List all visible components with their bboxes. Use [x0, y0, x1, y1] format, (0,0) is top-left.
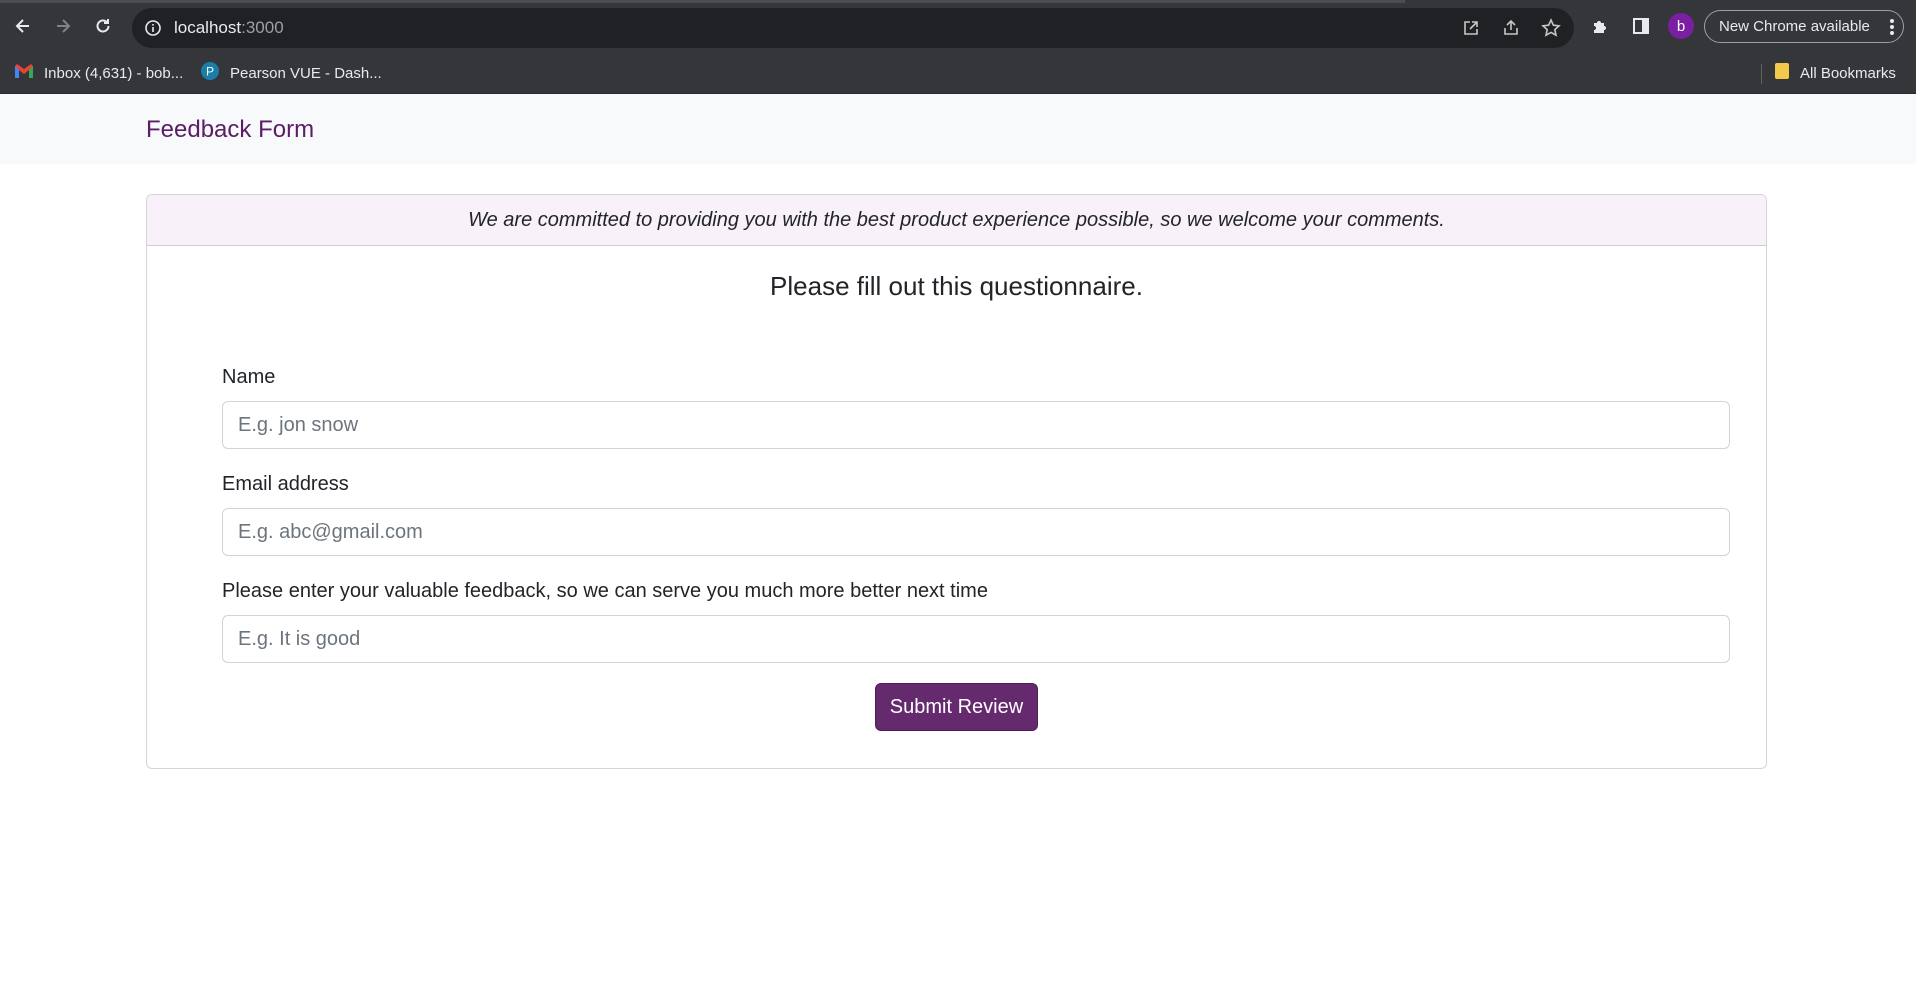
site-info-icon[interactable]: [144, 19, 162, 42]
folder-icon: [1774, 62, 1790, 84]
new-chrome-available-button[interactable]: New Chrome available: [1704, 10, 1904, 43]
email-input[interactable]: [222, 508, 1730, 556]
url-host: localhost: [174, 18, 242, 37]
address-bar[interactable]: localhost:3000: [132, 8, 1574, 48]
card-header: We are committed to providing you with t…: [147, 195, 1766, 246]
puzzle-icon: [1594, 21, 1606, 33]
feedback-label: Please enter your valuable feedback, so …: [222, 580, 988, 602]
kebab-menu-icon[interactable]: [1889, 17, 1895, 41]
share-icon[interactable]: [1501, 18, 1521, 38]
bookmarks-bar: Inbox (4,631) - bob... P Pearson VUE - D…: [0, 52, 1916, 94]
extensions-button[interactable]: [1587, 12, 1615, 40]
email-label: Email address: [222, 473, 349, 495]
all-bookmarks-label: All Bookmarks: [1800, 64, 1896, 82]
name-label: Name: [222, 366, 276, 388]
side-panel-button[interactable]: [1627, 12, 1655, 40]
bookmarks-divider: [1761, 64, 1762, 84]
card-title: Please fill out this questionnaire.: [770, 271, 1143, 301]
svg-text:P: P: [206, 65, 214, 79]
pearson-icon: P: [200, 61, 220, 85]
reload-button[interactable]: [89, 12, 117, 40]
bookmark-gmail[interactable]: Inbox (4,631) - bob...: [14, 62, 183, 84]
forward-arrow-icon: [57, 19, 71, 33]
forward-button[interactable]: [49, 12, 77, 40]
bookmark-star-icon[interactable]: [1541, 18, 1561, 38]
navbar-brand[interactable]: Feedback Form: [146, 116, 314, 144]
gmail-icon: [14, 63, 34, 83]
bookmark-label: Pearson VUE - Dash...: [230, 64, 382, 82]
profile-avatar[interactable]: b: [1668, 13, 1694, 39]
url-text[interactable]: localhost:3000: [174, 18, 284, 38]
tab-strip-line: [0, 0, 1405, 3]
side-panel-icon: [1633, 18, 1649, 34]
back-button[interactable]: [9, 12, 37, 40]
open-in-app-icon[interactable]: [1461, 18, 1481, 38]
feedback-input[interactable]: [222, 615, 1730, 663]
all-bookmarks-button[interactable]: All Bookmarks: [1774, 62, 1896, 84]
app-navbar: Feedback Form: [0, 94, 1916, 164]
update-label: New Chrome available: [1719, 18, 1870, 35]
back-arrow-icon: [15, 19, 29, 33]
browser-toolbar: localhost:3000 b New Chrome available: [0, 0, 1916, 52]
bookmark-label: Inbox (4,631) - bob...: [44, 64, 184, 82]
name-input[interactable]: [222, 401, 1730, 449]
reload-icon: [96, 19, 110, 33]
url-port: :3000: [241, 18, 284, 37]
bookmark-pearson[interactable]: P Pearson VUE - Dash...: [200, 62, 382, 84]
feedback-card: We are committed to providing you with t…: [146, 194, 1767, 769]
submit-review-button[interactable]: Submit Review: [875, 683, 1038, 731]
